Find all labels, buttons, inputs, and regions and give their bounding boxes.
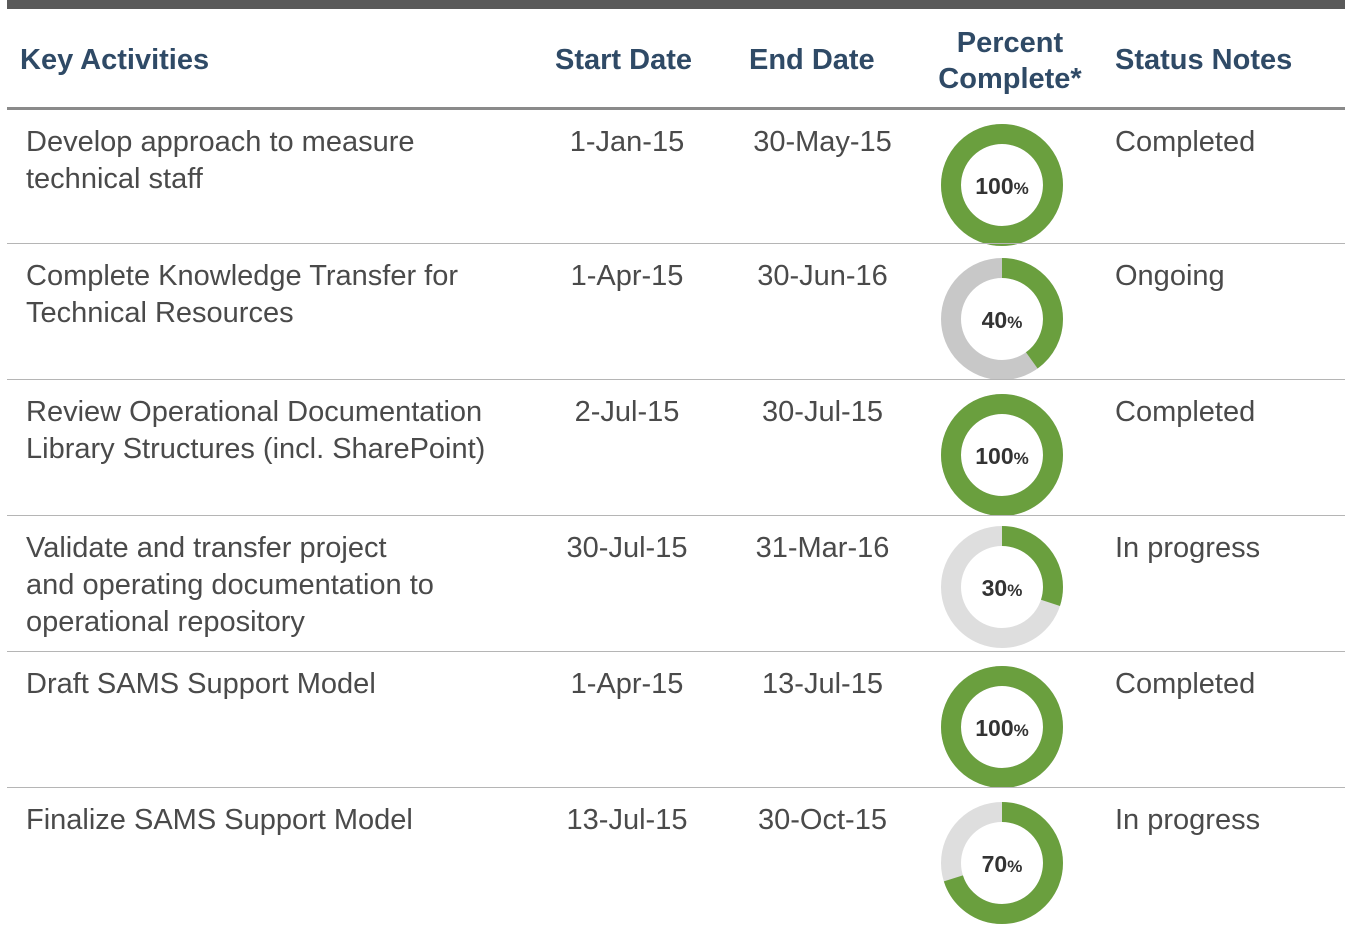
percent-donut: 40% (937, 254, 1067, 384)
donut-label: 70% (982, 851, 1023, 877)
percent-donut: 100% (937, 120, 1067, 250)
start-date-cell: 1-Apr-15 (570, 260, 684, 292)
percent-value: 100 (975, 173, 1013, 199)
header-percent-line1: Percent (956, 27, 1064, 59)
end-date-cell: 30-Oct-15 (758, 804, 887, 836)
activity-cell: Review Operational Documentation Library … (26, 394, 526, 468)
start-date-cell: 1-Jan-15 (569, 126, 685, 158)
start-date-cell: 30-Jul-15 (566, 532, 688, 564)
table-row: Complete Knowledge Transfer for Technical… (7, 244, 1345, 380)
end-date-cell: 30-May-15 (753, 126, 892, 158)
activity-line: Library Structures (incl. SharePoint) (26, 433, 486, 465)
table-row: Finalize SAMS Support Model 13-Jul-15 30-O… (7, 788, 1345, 924)
activity-cell: Finalize SAMS Support Model (26, 802, 526, 839)
end-date-cell: 30-Jun-16 (757, 260, 888, 292)
header-status-notes: Status Notes (1115, 44, 1293, 76)
activity-cell: Validate and transfer project and operati… (26, 530, 526, 641)
activity-line: Validate and transfer project (26, 532, 387, 564)
activity-cell: Draft SAMS Support Model (26, 666, 526, 703)
header-key-activities: Key Activities (20, 44, 210, 76)
donut-label: 100% (975, 443, 1029, 469)
status-note-cell: Completed (1115, 668, 1256, 700)
percent-sign: % (1014, 449, 1029, 468)
percent-donut: 30% (937, 522, 1067, 652)
percent-value: 100 (975, 715, 1013, 741)
start-date-cell: 13-Jul-15 (566, 804, 688, 836)
start-date-cell: 1-Apr-15 (570, 668, 684, 700)
header-percent-complete: Percent Complete* (925, 25, 1095, 97)
donut-label: 30% (982, 575, 1023, 601)
end-date-cell: 31-Mar-16 (755, 532, 890, 564)
activity-line: Finalize SAMS Support Model (26, 804, 413, 836)
start-date-cell: 2-Jul-15 (574, 396, 680, 428)
activity-line: Review Operational Documentation (26, 396, 483, 428)
end-date-cell: 30-Jul-15 (762, 396, 883, 428)
header-percent-line2: Complete* (938, 63, 1082, 95)
status-note-cell: In progress (1115, 804, 1261, 836)
activity-line: Complete Knowledge Transfer for (26, 260, 458, 292)
activity-line: and operating documentation to (26, 569, 434, 601)
table-row: Develop approach to measure technical sta… (7, 110, 1345, 246)
activity-cell: Complete Knowledge Transfer for Technical… (26, 258, 526, 332)
activity-line: operational repository (26, 606, 305, 638)
percent-sign: % (1007, 313, 1022, 332)
header-start-date: Start Date (555, 44, 692, 76)
status-note-cell: Completed (1115, 396, 1256, 428)
header-end-date: End Date (749, 44, 875, 76)
activity-line: Technical Resources (26, 297, 294, 329)
end-date-cell: 13-Jul-15 (762, 668, 883, 700)
percent-donut: 100% (937, 662, 1067, 792)
percent-value: 30 (982, 575, 1008, 601)
status-note-cell: Ongoing (1115, 260, 1225, 292)
donut-label: 100% (975, 173, 1029, 199)
percent-donut: 70% (937, 798, 1067, 928)
activity-line: technical staff (26, 163, 203, 195)
activity-line: Draft SAMS Support Model (26, 668, 376, 700)
activity-cell: Develop approach to measure technical sta… (26, 124, 526, 198)
percent-value: 40 (982, 307, 1008, 333)
status-note-cell: Completed (1115, 126, 1256, 158)
top-rule (7, 0, 1345, 9)
table-row: Review Operational Documentation Library … (7, 380, 1345, 516)
percent-sign: % (1007, 581, 1022, 600)
table-row: Draft SAMS Support Model 1-Apr-15 13-Jul-1… (7, 652, 1345, 788)
activity-line: Develop approach to measure (26, 126, 415, 158)
percent-donut: 100% (937, 390, 1067, 520)
status-note-cell: In progress (1115, 532, 1261, 564)
percent-value: 70 (982, 851, 1008, 877)
percent-sign: % (1014, 179, 1029, 198)
percent-value: 100 (975, 443, 1013, 469)
table-row: Validate and transfer project and operati… (7, 516, 1345, 652)
percent-sign: % (1007, 857, 1022, 876)
donut-label: 40% (982, 307, 1023, 333)
donut-label: 100% (975, 715, 1029, 741)
percent-sign: % (1014, 721, 1029, 740)
